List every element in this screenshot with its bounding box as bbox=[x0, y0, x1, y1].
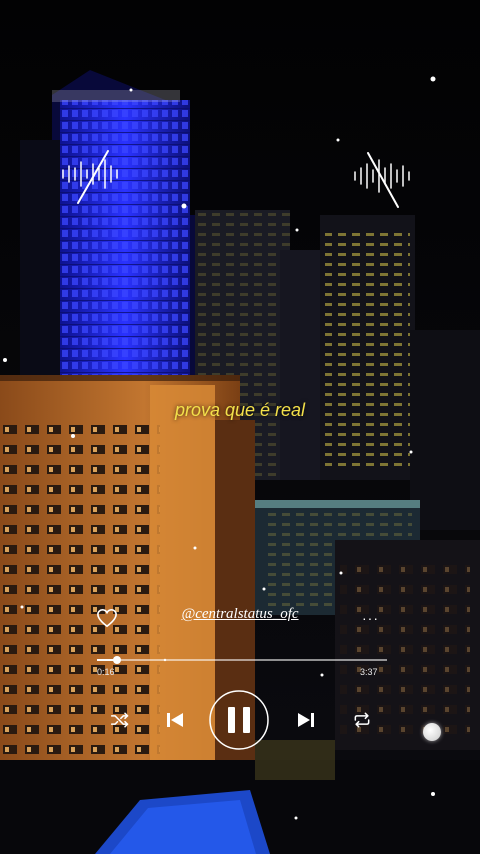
artist-handle[interactable]: @centralstatus_ofc bbox=[175, 606, 305, 623]
skip-previous-icon[interactable] bbox=[165, 710, 185, 730]
lyric-text: prova que é real bbox=[174, 400, 306, 420]
floating-dot-button[interactable] bbox=[423, 723, 441, 741]
elapsed-time: 0:16 bbox=[97, 667, 115, 677]
more-horizontal-icon[interactable]: ··· bbox=[362, 610, 379, 626]
sound-wave-icon bbox=[354, 152, 410, 208]
sound-wave-icon bbox=[62, 150, 118, 204]
total-time: 3:37 bbox=[360, 667, 378, 677]
skip-next-icon[interactable] bbox=[296, 710, 316, 730]
shuffle-icon[interactable] bbox=[110, 711, 130, 729]
progress-bar[interactable] bbox=[97, 656, 387, 664]
repeat-icon[interactable] bbox=[352, 711, 372, 729]
pause-icon[interactable] bbox=[208, 689, 270, 751]
heart-icon[interactable] bbox=[96, 608, 118, 628]
